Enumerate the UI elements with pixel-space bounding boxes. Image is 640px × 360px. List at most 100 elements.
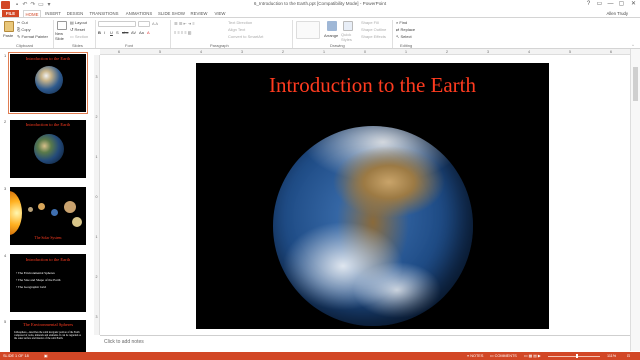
thumbnail-body: Lithosphere—describes the solid inorgani… (14, 331, 81, 341)
thumbnail-slide-1[interactable]: Introduction to the Earth (8, 52, 88, 114)
ribbon-separator (53, 20, 54, 48)
ruler-tick-label: 0 (364, 50, 366, 54)
ruler-tick-label: 2 (282, 50, 284, 54)
shapes-gallery[interactable] (296, 21, 320, 39)
alignment-icons[interactable]: ≡ ≡ ≡ ≡ ▥ (174, 30, 192, 35)
tab-insert[interactable]: INSERT (44, 10, 62, 17)
copy-button[interactable]: ⎘ Copy (17, 27, 31, 32)
planet-image (38, 203, 45, 210)
slide-title[interactable]: Introduction to the Earth (196, 73, 549, 98)
thumbnail-slide-3[interactable]: The Solar System (10, 187, 86, 245)
thumbnail-title: Introduction to the Earth (25, 257, 71, 262)
convert-smartart-button[interactable]: Convert to SmartArt (228, 34, 263, 39)
ruler-tick-label: 3 (241, 50, 243, 54)
ruler-tick-label: 6 (610, 50, 612, 54)
quick-styles-icon[interactable] (343, 21, 353, 31)
editing-group-label: Editing (400, 43, 413, 48)
find-button[interactable]: ⌕ Find (396, 20, 407, 25)
slides-group-label: Slides (72, 43, 83, 48)
tab-design[interactable]: DESIGN (66, 10, 84, 17)
reset-button[interactable]: ↺ Reset (70, 27, 85, 32)
strikethrough-button[interactable]: abc (122, 30, 128, 35)
thumbnail-slide-5[interactable]: The Environmental Spheres Lithosphere—de… (10, 320, 86, 352)
collapse-ribbon-icon[interactable]: ^ (632, 43, 634, 48)
notes-placeholder[interactable]: Click to add notes (104, 339, 144, 345)
notes-pane[interactable]: Click to add notes (100, 335, 630, 351)
tab-file[interactable]: FILE (2, 10, 19, 17)
arrange-icon[interactable] (327, 21, 337, 31)
font-size-dropdown[interactable] (138, 21, 150, 27)
cut-label: Cut (21, 20, 28, 25)
shape-fill-button[interactable]: Shape Fill (361, 20, 379, 25)
view-buttons[interactable]: ▭ ▦ ▤ ▶ (524, 352, 541, 360)
thumbnail-bullet: • The Size and Shape of the Earth (16, 278, 61, 282)
scrollbar-thumb[interactable] (633, 67, 638, 101)
copy-label: Copy (21, 27, 31, 32)
format-painter-button[interactable]: ✎ Format Painter (17, 34, 48, 39)
thumbnail-title: The Environmental Spheres (22, 322, 74, 327)
select-label: Select (400, 34, 412, 39)
earth-image (34, 134, 64, 164)
zoom-slider[interactable] (548, 355, 600, 357)
thumbnail-bullet-text: The Size and Shape of the Earth (17, 278, 61, 282)
user-name[interactable]: Allen Trudy (607, 10, 629, 17)
ribbon-home: Paste ✂ Cut ⎘ Copy ✎ Format Painter Clip… (0, 17, 640, 49)
thumbnail-slide-4[interactable]: Introduction to the Earth • The Environm… (10, 254, 86, 312)
shadow-button[interactable]: S (116, 30, 119, 35)
fit-slide-icon[interactable]: ⊡ (627, 352, 630, 360)
new-slide-button[interactable]: New Slide (55, 31, 69, 41)
close-button[interactable]: ✕ (628, 0, 639, 9)
align-text-button[interactable]: Align Text (228, 27, 245, 32)
italic-button[interactable]: I (104, 30, 105, 35)
tab-slide-show[interactable]: SLIDE SHOW (158, 10, 185, 17)
current-slide[interactable]: Introduction to the Earth (196, 63, 549, 329)
character-spacing-button[interactable]: AV (131, 30, 136, 35)
paste-icon[interactable] (4, 21, 14, 32)
text-direction-button[interactable]: Text Direction (228, 20, 252, 25)
vertical-scrollbar[interactable] (630, 49, 640, 351)
layout-label: Layout (74, 20, 87, 25)
thumbnail-bullet: • The Geographic Grid (16, 285, 47, 289)
arrange-button[interactable]: Arrange (324, 33, 338, 38)
layout-button[interactable]: ▤ Layout (70, 20, 87, 25)
earth-image[interactable] (273, 126, 473, 326)
replace-label: Replace (400, 27, 416, 32)
planet-image (64, 201, 76, 213)
replace-button[interactable]: ⇄ Replace (396, 27, 415, 32)
zoom-slider-thumb[interactable] (576, 354, 578, 358)
minimize-button[interactable]: — (605, 0, 616, 9)
section-button[interactable]: ▭ Section (70, 34, 88, 39)
tab-home[interactable]: HOME (23, 10, 41, 17)
font-name-dropdown[interactable] (98, 21, 136, 27)
shape-effects-button[interactable]: Shape Effects (361, 34, 386, 39)
ribbon-separator (292, 20, 293, 48)
font-color-button[interactable]: A (147, 30, 150, 35)
shape-outline-button[interactable]: Shape Outline (361, 27, 386, 32)
grow-font-icon[interactable]: A A (152, 21, 158, 26)
select-button[interactable]: ↖ Select (396, 34, 412, 39)
quick-styles-button[interactable]: Quick Styles (341, 32, 355, 42)
tab-transitions[interactable]: TRANSITIONS (89, 10, 119, 17)
bullets-numbering-icons[interactable]: ☰ ☰ ⇤ ⇥ ≡ (174, 21, 195, 26)
change-case-button[interactable]: Aa (139, 30, 144, 35)
spell-check-icon[interactable]: ▣ (44, 352, 48, 360)
zoom-level[interactable]: 111% (607, 352, 616, 360)
notes-button[interactable]: ≡ NOTES (467, 352, 483, 360)
section-label: Section (74, 34, 89, 39)
bold-button[interactable]: B (98, 30, 101, 35)
help-button[interactable]: ? (583, 0, 594, 9)
tab-animations[interactable]: ANIMATIONS (124, 10, 154, 17)
underline-button[interactable]: U (110, 30, 113, 35)
comments-button[interactable]: ▭ COMMENTS (490, 352, 517, 360)
new-slide-icon[interactable] (57, 21, 67, 30)
clipboard-group-label: Clipboard (16, 43, 34, 48)
cut-button[interactable]: ✂ Cut (17, 20, 28, 25)
ruler-tick-label: 1 (95, 155, 98, 159)
maximize-button[interactable]: ▢ (616, 0, 627, 9)
tab-view[interactable]: VIEW (212, 10, 228, 17)
thumbnail-slide-2[interactable]: Introduction to the Earth (10, 120, 86, 178)
tab-review[interactable]: REVIEW (189, 10, 209, 17)
ribbon-display-options-button[interactable]: ▭ (594, 0, 605, 9)
paste-button[interactable]: Paste (3, 33, 13, 38)
ribbon-separator (392, 20, 393, 48)
